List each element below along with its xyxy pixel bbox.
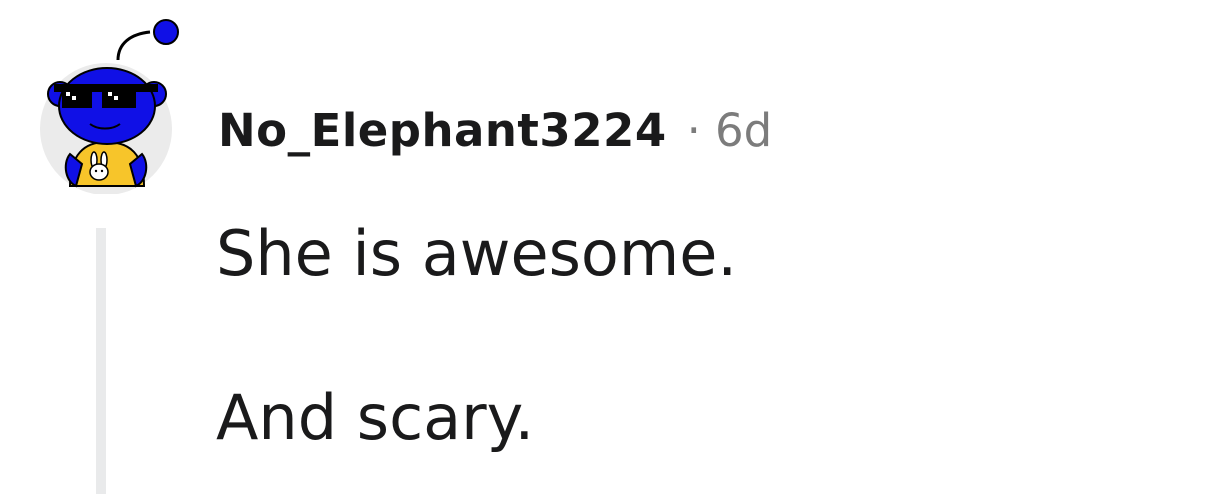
username-link[interactable]: No_Elephant3224 bbox=[218, 104, 667, 157]
comment-paragraph: And scary. bbox=[216, 381, 535, 454]
comment-age[interactable]: 6d bbox=[715, 104, 772, 157]
comment-body: She is awesome. And scary. bbox=[216, 214, 1196, 458]
comment-paragraph: She is awesome. bbox=[216, 217, 738, 290]
thread-collapse-line[interactable] bbox=[96, 228, 106, 494]
comment: No_Elephant3224 · 6d She is awesome. And… bbox=[0, 0, 1224, 494]
user-avatar[interactable] bbox=[40, 14, 180, 195]
comment-meta: No_Elephant3224 · 6d bbox=[218, 98, 772, 162]
meta-separator: · bbox=[686, 103, 701, 157]
reddit-snoo-avatar-icon bbox=[40, 19, 179, 195]
